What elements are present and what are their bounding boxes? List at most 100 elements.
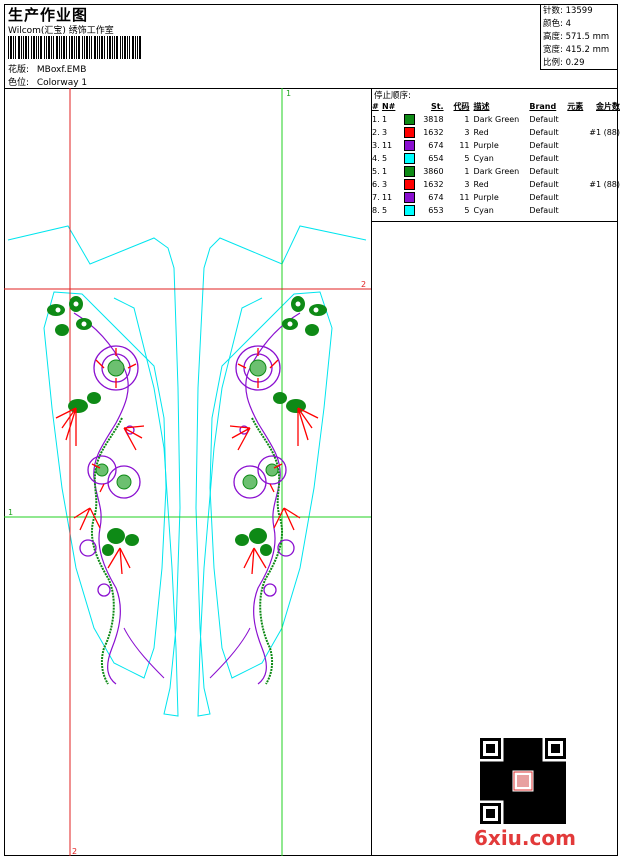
row-element <box>565 204 589 217</box>
row-index: 4. <box>372 152 382 165</box>
row-description-text: Red <box>473 128 489 137</box>
row-code-text: 3 <box>464 128 470 137</box>
row-description: Cyan <box>470 152 530 165</box>
row-stitches: 3860 <box>403 165 444 178</box>
row-stitches-text: 3860 <box>423 167 444 176</box>
row-index-text: 2. <box>372 128 380 137</box>
row-index: 2. <box>372 126 382 139</box>
row-index: 7. <box>372 191 382 204</box>
row-needle-text: 3 <box>381 128 388 137</box>
guide-label-v2: 2 <box>72 847 77 856</box>
row-brand: Default <box>529 126 565 139</box>
row-element <box>565 139 589 152</box>
guide-label-h1: 1 <box>8 508 13 517</box>
row-needle-text: 11 <box>381 193 393 202</box>
row-description: Dark Green <box>470 165 530 178</box>
stat-height: 高度: 571.5 mm <box>543 32 610 42</box>
row-sequins <box>589 204 620 217</box>
row-code-text: 11 <box>459 193 470 202</box>
row-needle: 1 <box>382 113 404 126</box>
row-index: 8. <box>372 204 382 217</box>
stop-sequence-table: # N# St. 代码 描述 Brand 元素 金片数 1. 1 3818 1 Dark… <box>372 100 620 217</box>
row-description: Red <box>470 178 530 191</box>
row-brand-text: Default <box>529 180 559 189</box>
row-brand-text: Default <box>529 141 559 150</box>
row-element <box>565 126 589 139</box>
table-row: 3. 11 674 11 Purple Default <box>372 139 620 152</box>
row-brand: Default <box>529 113 565 126</box>
embroidery-design-preview: 1 2 1 2 <box>4 88 371 856</box>
barcode <box>8 36 141 59</box>
row-stitches: 654 <box>403 152 444 165</box>
row-description: Cyan <box>470 204 530 217</box>
row-code: 1 <box>444 165 469 178</box>
row-needle-text: 5 <box>381 206 388 215</box>
row-element <box>565 152 589 165</box>
row-brand: Default <box>529 152 565 165</box>
row-stitches: 653 <box>403 204 444 217</box>
color-swatch <box>403 140 415 151</box>
row-code: 5 <box>444 152 470 165</box>
row-description-text: Cyan <box>473 154 494 163</box>
watermark-logo: 6xiu.com <box>474 826 576 850</box>
row-brand: Default <box>529 165 565 178</box>
row-code: 11 <box>444 191 470 204</box>
embroidery-motif-right <box>209 295 328 685</box>
row-description: Purple <box>470 191 530 204</box>
col-header-index: # <box>372 102 379 111</box>
row-description: Red <box>470 126 530 139</box>
col-header-needle: N# <box>381 102 396 111</box>
row-code-text: 3 <box>464 180 470 189</box>
row-brand-text: Default <box>529 206 559 215</box>
row-stitches: 674 <box>403 191 444 204</box>
row-brand-text: Default <box>529 167 559 176</box>
row-sequins <box>589 113 620 126</box>
row-index-text: 5. <box>372 167 380 176</box>
row-needle: 5 <box>382 204 404 217</box>
table-divider <box>371 221 618 222</box>
row-element <box>565 165 589 178</box>
row-stitches-text: 654 <box>428 154 444 163</box>
table-row: 7. 11 674 11 Purple Default <box>372 191 620 204</box>
row-stitches-text: 1632 <box>423 128 444 137</box>
row-element <box>565 191 589 204</box>
row-stitches-text: 653 <box>428 206 444 215</box>
page-title: 生产作业图 <box>8 6 89 24</box>
table-row: 8. 5 653 5 Cyan Default <box>372 204 620 217</box>
color-swatch <box>403 114 415 125</box>
row-element <box>565 113 589 126</box>
row-description-text: Cyan <box>473 206 494 215</box>
row-index: 3. <box>372 139 382 152</box>
row-sequins <box>589 191 620 204</box>
row-sequins <box>589 165 620 178</box>
row-code-text: 5 <box>464 206 470 215</box>
colorway-label: 色位: <box>8 78 30 88</box>
stat-stitches: 针数: 13599 <box>543 6 593 16</box>
row-needle-text: 1 <box>381 167 388 176</box>
table-row: 4. 5 654 5 Cyan Default <box>372 152 620 165</box>
guide-label-h2: 2 <box>361 280 366 289</box>
row-sequins <box>589 139 620 152</box>
design-file-label: 花版: <box>8 65 30 75</box>
row-brand-text: Default <box>529 154 559 163</box>
row-stitches: 1632 <box>403 126 444 139</box>
row-code-text: 5 <box>464 154 470 163</box>
qr-code <box>480 738 566 824</box>
row-brand-text: Default <box>529 193 559 202</box>
color-swatch <box>403 205 415 216</box>
row-index-text: 7. <box>372 193 380 202</box>
row-stitches-text: 674 <box>428 193 444 202</box>
guide-label-v1: 1 <box>286 89 291 98</box>
color-swatch <box>403 166 415 177</box>
row-brand: Default <box>529 139 565 152</box>
stat-width: 宽度: 415.2 mm <box>543 45 610 55</box>
table-header-row: # N# St. 代码 描述 Brand 元素 金片数 <box>372 100 620 113</box>
row-needle-text: 3 <box>381 180 388 189</box>
garment-outline <box>7 225 367 717</box>
row-needle: 11 <box>382 191 404 204</box>
stat-scale: 比例: 0.29 <box>543 58 585 68</box>
row-code: 3 <box>444 178 470 191</box>
row-code: 11 <box>444 139 469 152</box>
row-description-text: Red <box>473 180 489 189</box>
design-file-value: MBoxf.EMB <box>36 65 87 75</box>
